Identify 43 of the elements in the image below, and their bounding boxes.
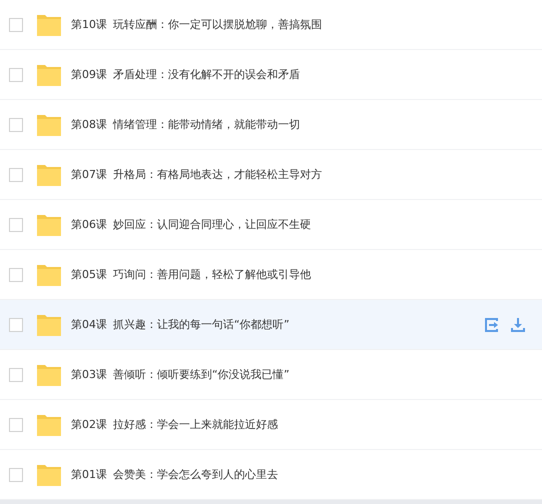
file-name[interactable]: 妙回应：认同迎合同理心，让回应不生硬 [113, 217, 542, 232]
checkbox[interactable] [9, 468, 23, 482]
lesson-number: 第04课 [71, 317, 107, 332]
lesson-number: 第05课 [71, 267, 107, 282]
checkbox[interactable] [9, 268, 23, 282]
file-name[interactable]: 巧询问：善用问题，轻松了解他或引导他 [113, 267, 542, 282]
lesson-number: 第06课 [71, 217, 107, 232]
file-row-highlight[interactable]: 第04课 抓兴趣：让我的每一句话“你都想听” [0, 300, 542, 350]
lesson-number: 第09课 [71, 67, 107, 82]
folder-icon [37, 414, 61, 436]
checkbox[interactable] [9, 218, 23, 232]
file-name[interactable]: 矛盾处理：没有化解不开的误会和矛盾 [113, 67, 542, 82]
lesson-number: 第03课 [71, 367, 107, 382]
checkbox[interactable] [9, 368, 23, 382]
checkbox[interactable] [9, 318, 23, 332]
lesson-number: 第07课 [71, 167, 107, 182]
download-icon[interactable] [510, 316, 526, 332]
checkbox[interactable] [9, 168, 23, 182]
folder-icon [37, 164, 61, 186]
folder-icon [37, 464, 61, 486]
file-name[interactable]: 拉好感：学会一上来就能拉近好感 [113, 417, 542, 432]
share-icon[interactable] [484, 316, 500, 332]
lesson-number: 第02课 [71, 417, 107, 432]
folder-icon [37, 64, 61, 86]
folder-icon [37, 214, 61, 236]
file-name[interactable]: 玩转应酬：你一定可以摆脱尬聊，善搞氛围 [113, 17, 542, 32]
checkbox[interactable] [9, 418, 23, 432]
folder-icon [37, 264, 61, 286]
folder-icon [37, 14, 61, 36]
folder-icon [37, 314, 61, 336]
file-name[interactable]: 情绪管理：能带动情绪，就能带动一切 [113, 117, 542, 132]
lesson-number: 第01课 [71, 467, 107, 482]
file-name[interactable]: 升格局：有格局地表达，才能轻松主导对方 [113, 167, 542, 182]
checkbox[interactable] [9, 68, 23, 82]
folder-icon [37, 114, 61, 136]
lesson-number: 第08课 [71, 117, 107, 132]
folder-icon [37, 364, 61, 386]
file-name[interactable]: 会赞美：学会怎么夸到人的心里去 [113, 467, 542, 482]
file-name[interactable]: 抓兴趣：让我的每一句话“你都想听” [113, 317, 484, 332]
checkbox[interactable] [9, 118, 23, 132]
file-name[interactable]: 善倾听：倾听要练到“你没说我已懂” [113, 367, 542, 382]
checkbox[interactable] [9, 18, 23, 32]
lesson-number: 第10课 [71, 17, 107, 32]
